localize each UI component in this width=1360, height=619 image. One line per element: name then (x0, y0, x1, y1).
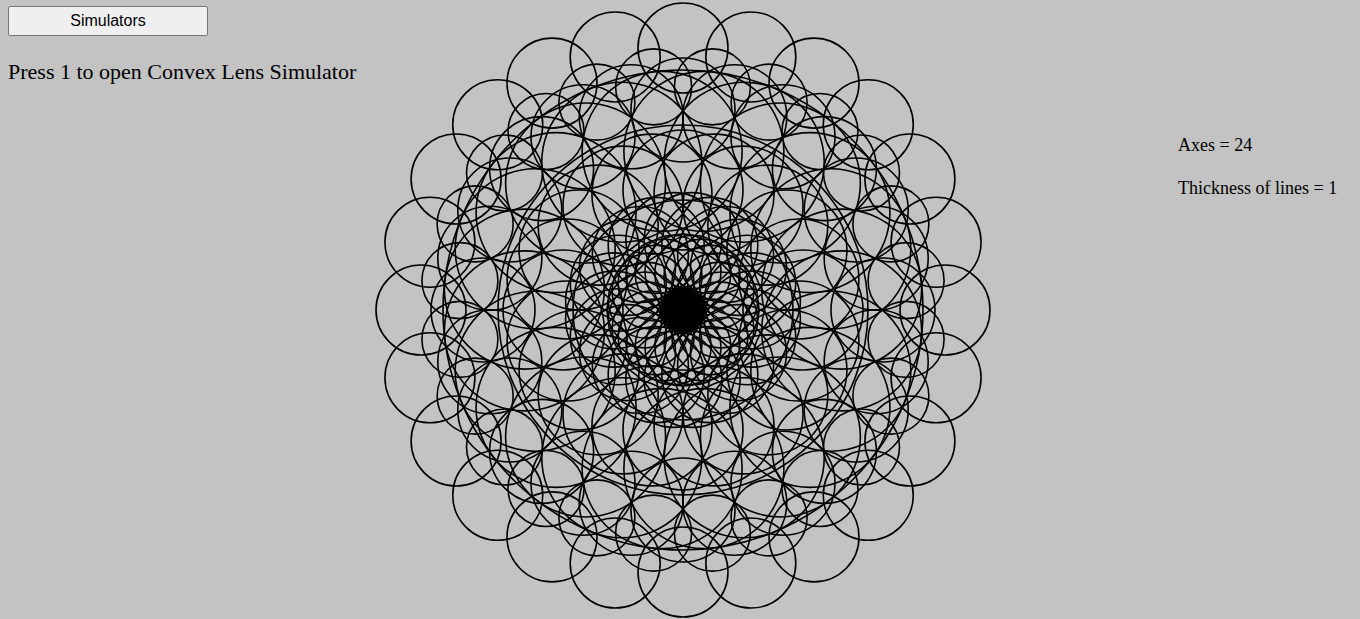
thickness-label: Thickness of lines = 1 (1178, 176, 1337, 200)
settings-panel: Axes = 24 Thickness of lines = 1 (1178, 133, 1337, 200)
simulators-button[interactable]: Simulators (8, 6, 208, 36)
mandala-drawing (373, 0, 993, 619)
axes-label: Axes = 24 (1178, 133, 1337, 157)
simulator-page: Simulators Press 1 to open Convex Lens S… (0, 0, 1360, 619)
mandala-svg (373, 0, 993, 619)
hint-text: Press 1 to open Convex Lens Simulator (8, 58, 356, 86)
